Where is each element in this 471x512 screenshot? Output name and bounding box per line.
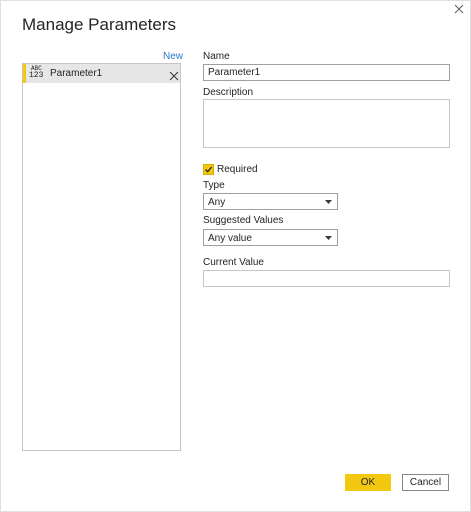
name-label: Name: [203, 51, 230, 62]
description-label: Description: [203, 87, 254, 98]
type-badge-bottom: 123: [29, 71, 44, 80]
type-label: Type: [203, 180, 225, 191]
ok-button[interactable]: OK: [345, 474, 391, 491]
suggested-values-label: Suggested Values: [203, 215, 284, 226]
chevron-down-icon: [325, 200, 332, 204]
required-checkbox[interactable]: [203, 164, 214, 175]
current-value-input[interactable]: [203, 270, 450, 287]
required-label[interactable]: Required: [217, 164, 258, 175]
close-icon[interactable]: [451, 1, 467, 17]
parameter-list-item[interactable]: ABC 123 Parameter1: [23, 64, 180, 83]
parameter-list: ABC 123 Parameter1: [22, 63, 181, 451]
name-input[interactable]: [203, 64, 450, 81]
new-parameter-link[interactable]: New: [163, 51, 183, 62]
suggested-values-select[interactable]: Any value: [203, 229, 338, 246]
chevron-down-icon: [325, 236, 332, 240]
suggested-selected-value: Any value: [208, 233, 252, 244]
parameter-name: Parameter1: [50, 68, 103, 79]
dialog-title: Manage Parameters: [22, 15, 177, 34]
remove-parameter-icon[interactable]: [169, 68, 179, 81]
cancel-button[interactable]: Cancel: [402, 474, 449, 491]
type-selected-value: Any: [208, 197, 226, 208]
current-value-label: Current Value: [203, 257, 264, 268]
manage-parameters-dialog: Manage Parameters New ABC 123 Parameter1…: [0, 0, 471, 512]
text-type-icon: ABC 123: [29, 66, 45, 81]
type-select[interactable]: Any: [203, 193, 338, 210]
description-input[interactable]: [203, 99, 450, 148]
